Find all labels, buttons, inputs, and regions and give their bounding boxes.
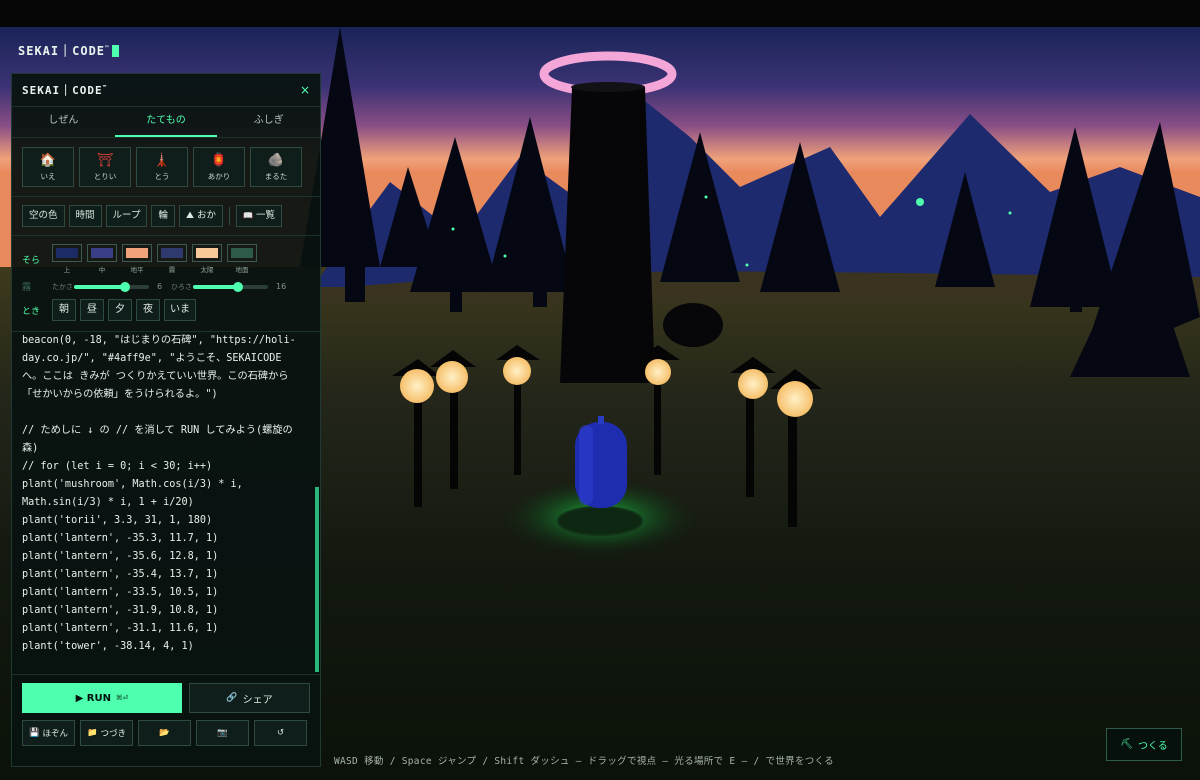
code-line[interactable]: 森): [22, 440, 308, 458]
code-line[interactable]: beacon(0, -18, "はじまりの石碑", "https://holi-: [22, 332, 308, 350]
action-bar: ▶ RUN ⌘⏎ 🔗 シェア 💾 ほぞん 📁 つづき 📂 📷 ↺: [12, 675, 320, 746]
panel-header: SEKAI｜CODE™ ×: [12, 74, 320, 107]
floppy-icon: 💾: [28, 728, 40, 738]
list-button[interactable]: 📖 一覧: [236, 205, 283, 227]
swatch-middle[interactable]: [87, 244, 117, 262]
code-lines[interactable]: beacon(0, -18, "はじまりの石碑", "https://holi-…: [22, 332, 308, 656]
beacon-base: [557, 506, 643, 536]
code-line[interactable]: [22, 404, 308, 422]
rock: [663, 303, 723, 347]
fog-row: 霧 たかさ 6 ひろさ 16: [22, 281, 287, 293]
share-button[interactable]: 🔗 シェア: [189, 683, 310, 713]
link-icon: 🔗: [226, 693, 238, 703]
swatch-horizon[interactable]: [122, 244, 152, 262]
screenshot-button[interactable]: 📷: [196, 720, 249, 746]
code-line[interactable]: へ。ここは きみが つくりかえていい世界。この石碑から: [22, 368, 308, 386]
continue-button[interactable]: 📁 つづき: [80, 720, 133, 746]
fog-range-slider[interactable]: [193, 281, 268, 292]
category-tabs: しぜん たてもの ふしぎ: [12, 107, 320, 138]
palette-house[interactable]: 🏠 いえ: [22, 147, 74, 187]
toolbar-divider: [229, 207, 231, 225]
controls-hint: WASD 移動 / Space ジャンプ / Shift ダッシュ — ドラッグ…: [334, 756, 834, 767]
swatch-top[interactable]: [52, 244, 82, 262]
time-night-button[interactable]: 夜: [136, 299, 160, 321]
save-button[interactable]: 💾 ほぞん: [22, 720, 75, 746]
shortcut-hint: ⌘⏎: [116, 694, 129, 702]
pickaxe-icon: ⛏: [1120, 739, 1133, 750]
panel-title: SEKAI｜CODE™: [22, 84, 108, 97]
tab-buildings[interactable]: たてもの: [114, 107, 218, 137]
slider-thumb[interactable]: [233, 281, 243, 292]
editor-panel: SEKAI｜CODE™ × しぜん たてもの ふしぎ 🏠 いえ ⛩ とりい 🗼 …: [11, 73, 321, 767]
time-now-button[interactable]: いま: [164, 299, 196, 321]
hill-button[interactable]: ⛰ おか: [178, 205, 224, 227]
sky-row: そら 上 中 地平 霧 太陽 地面: [22, 244, 310, 274]
close-icon[interactable]: ×: [300, 83, 310, 97]
house-icon: 🏠: [39, 152, 57, 168]
time-morning-button[interactable]: 朝: [52, 299, 76, 321]
reset-button[interactable]: ↺: [254, 720, 307, 746]
make-button[interactable]: ⛏ つくる: [1106, 728, 1182, 761]
reset-icon: ↺: [276, 728, 285, 738]
torii-icon: ⛩: [96, 152, 114, 168]
brand-logo: SEKAI｜CODE™: [18, 42, 119, 59]
time-row: とき 朝 昼 夕 夜 いま: [22, 299, 310, 321]
snippet-toolbar: 空の色 時間 ループ 輪 ⛰ おか 📖 一覧: [12, 197, 320, 236]
book-icon: 📖: [243, 211, 253, 220]
code-line[interactable]: day.co.jp/", "#4aff9e", "ようこそ、SEKAICODE: [22, 350, 308, 368]
swatch-ground[interactable]: [227, 244, 257, 262]
palette-tower[interactable]: 🗼 とう: [136, 147, 188, 187]
palette-lantern[interactable]: 🏮 あかり: [193, 147, 245, 187]
loop-button[interactable]: ループ: [105, 205, 148, 227]
time-evening-button[interactable]: 夕: [108, 299, 132, 321]
code-line[interactable]: plant('lantern', -35.3, 11.7, 1): [22, 530, 308, 548]
open-button[interactable]: 📂: [138, 720, 191, 746]
run-button[interactable]: ▶ RUN ⌘⏎: [22, 683, 182, 713]
tower-icon: 🗼: [153, 152, 171, 168]
code-scrollbar[interactable]: [315, 487, 319, 672]
rock-icon: 🪨: [267, 152, 285, 168]
cursor-block: [111, 45, 119, 57]
code-line[interactable]: Math.sin(i/3) * i, 1 + i/20): [22, 494, 308, 512]
fog-height-slider[interactable]: [74, 281, 149, 292]
swatch-fog[interactable]: [157, 244, 187, 262]
object-palette: 🏠 いえ ⛩ とりい 🗼 とう 🏮 あかり 🪨 まるた: [12, 138, 320, 197]
time-button[interactable]: 時間: [68, 205, 102, 227]
code-line[interactable]: // ためしに ↓ の // を消して RUN してみよう(螺旋の: [22, 422, 308, 440]
world-settings: そら 上 中 地平 霧 太陽 地面 霧 たかさ 6 ひろさ 16 とき 朝 昼 …: [12, 236, 320, 332]
swatch-sun[interactable]: [192, 244, 222, 262]
code-line[interactable]: plant('lantern', -31.9, 10.8, 1): [22, 602, 308, 620]
code-line[interactable]: plant('lantern', -31.1, 11.6, 1): [22, 620, 308, 638]
tab-mystery[interactable]: ふしぎ: [217, 107, 320, 137]
camera-icon: 📷: [217, 728, 228, 738]
palette-log[interactable]: 🪨 まるた: [250, 147, 302, 187]
code-line[interactable]: plant('torii', 3.3, 31, 1, 180): [22, 512, 308, 530]
code-line[interactable]: plant('mushroom', Math.cos(i/3) * i,: [22, 476, 308, 494]
code-line[interactable]: plant('lantern', -33.5, 10.5, 1): [22, 584, 308, 602]
player-avatar: [575, 416, 627, 508]
open-folder-icon: 📂: [159, 728, 170, 738]
code-line[interactable]: 「せかいからの依頼」をうけられるよ。"): [22, 386, 308, 404]
sky-swatches: 上 中 地平 霧 太陽 地面: [52, 244, 257, 274]
code-editor[interactable]: beacon(0, -18, "はじまりの石碑", "https://holi-…: [12, 332, 320, 675]
slider-thumb[interactable]: [120, 281, 130, 292]
sky-color-button[interactable]: 空の色: [22, 205, 65, 227]
lantern-icon: 🏮: [210, 152, 228, 168]
window-top-bar: [0, 0, 1200, 27]
code-line[interactable]: plant('tower', -38.14, 4, 1): [22, 638, 308, 656]
ring-button[interactable]: 輪: [151, 205, 175, 227]
tab-nature[interactable]: しぜん: [12, 107, 115, 137]
code-line[interactable]: plant('lantern', -35.4, 13.7, 1): [22, 566, 308, 584]
code-line[interactable]: // for (let i = 0; i < 30; i++): [22, 458, 308, 476]
time-noon-button[interactable]: 昼: [80, 299, 104, 321]
folder-icon: 📁: [86, 728, 98, 738]
palette-torii[interactable]: ⛩ とりい: [79, 147, 131, 187]
code-line[interactable]: plant('lantern', -35.6, 12.8, 1): [22, 548, 308, 566]
mountain-icon: ⛰: [185, 210, 194, 221]
